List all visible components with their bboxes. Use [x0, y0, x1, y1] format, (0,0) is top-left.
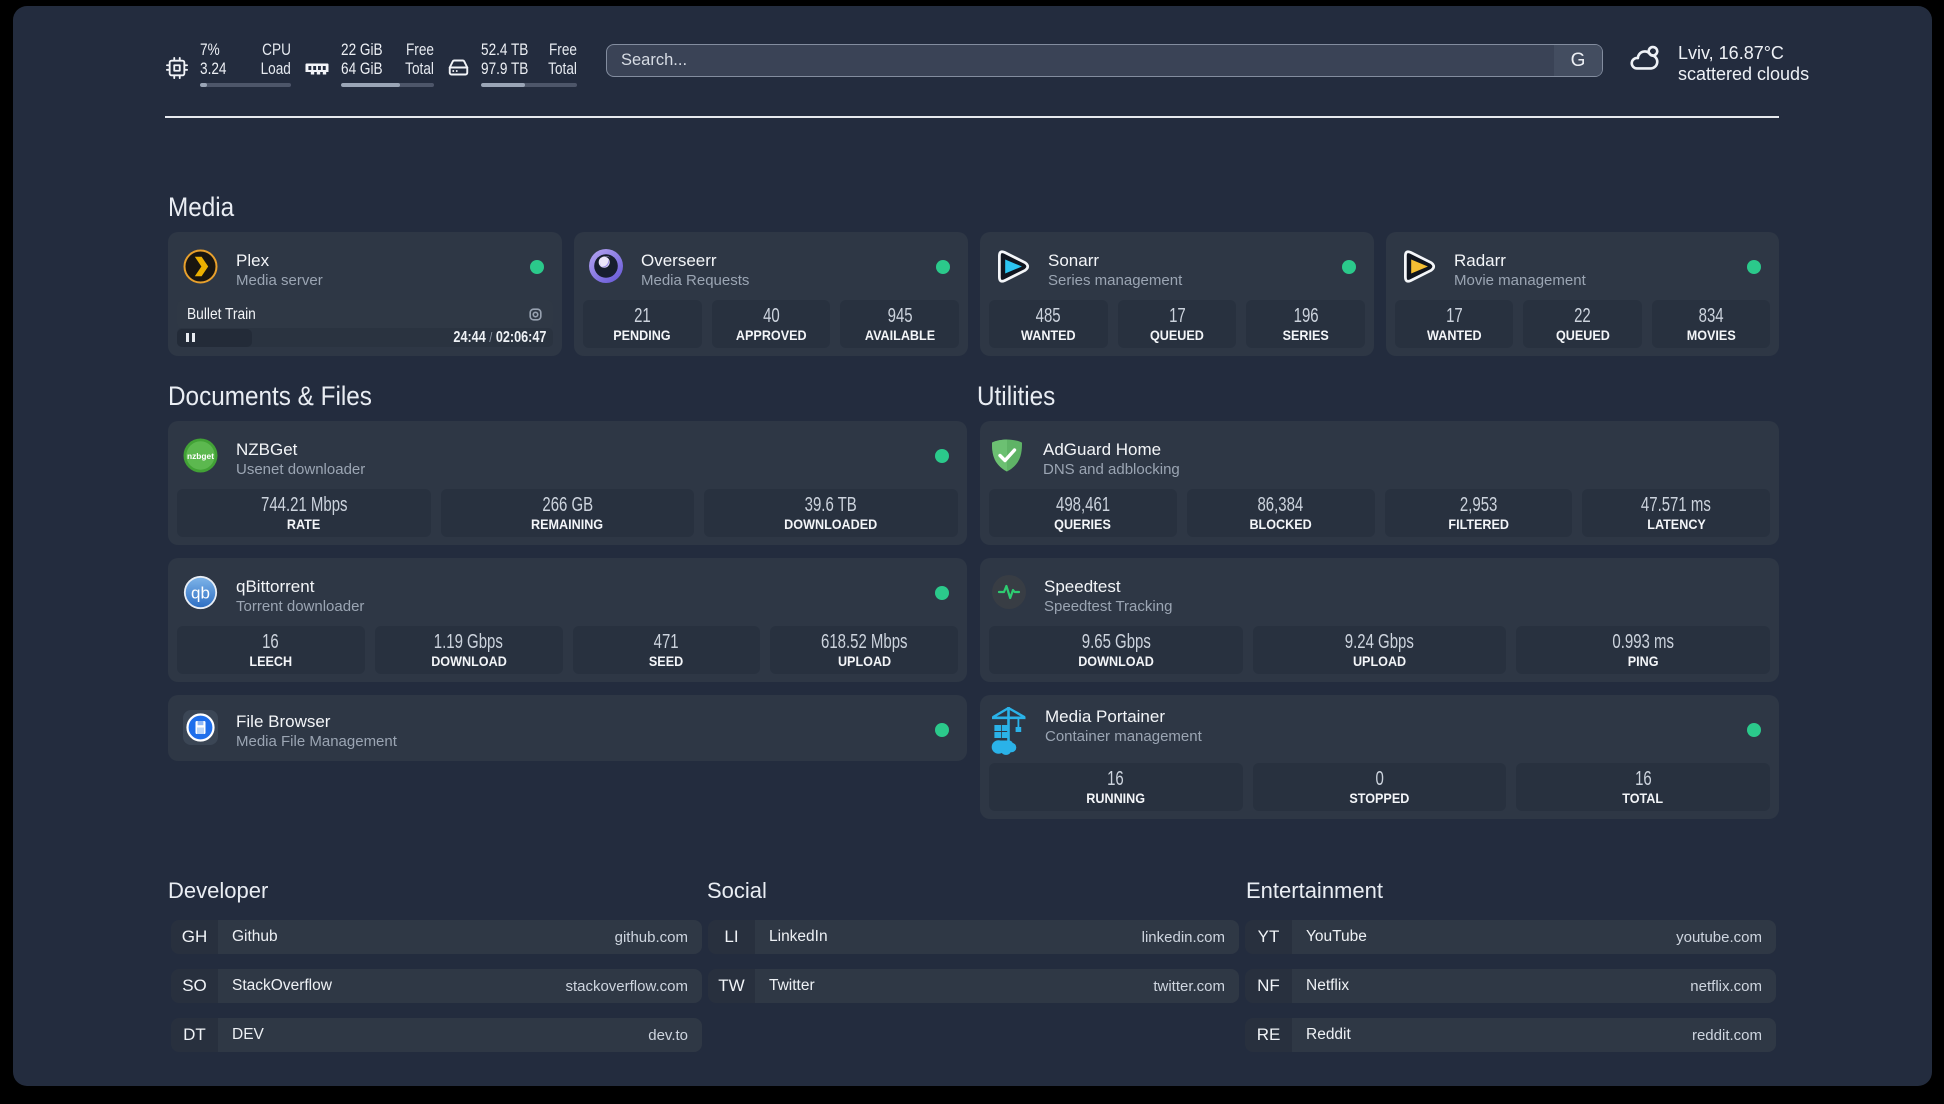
- svg-text:qb: qb: [191, 584, 210, 603]
- svg-text:nzbget: nzbget: [187, 451, 214, 461]
